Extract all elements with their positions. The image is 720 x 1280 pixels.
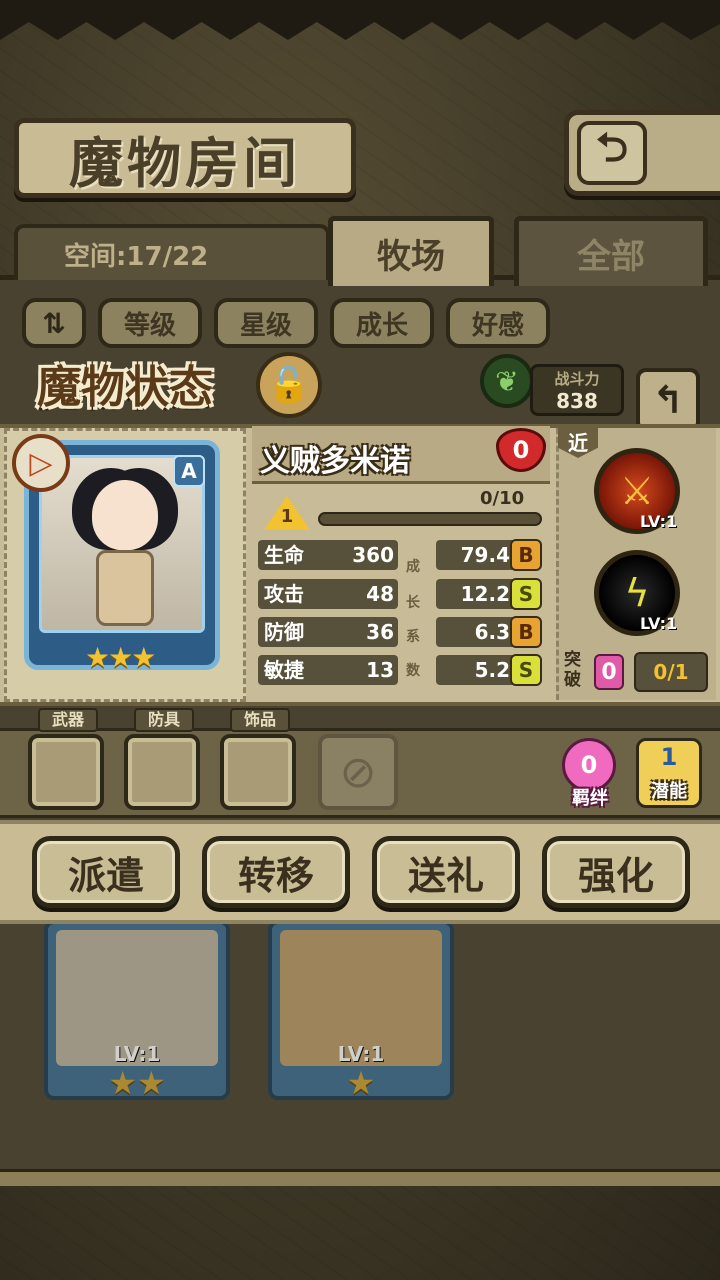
growth-grade: B — [510, 616, 542, 648]
padlock-icon: 🔓 — [267, 365, 311, 405]
leaf-icon: ❦ — [480, 354, 534, 408]
stat-value: 48 — [366, 582, 394, 606]
monster-card[interactable]: LV:1 ★ — [268, 920, 454, 1102]
armor-slot-label: 防具 — [134, 708, 194, 732]
sort-star-button[interactable]: 星级 — [214, 298, 318, 348]
breakthrough-row: 突破 0 0/1 — [562, 650, 712, 694]
stat-growth: 79.4 — [436, 540, 516, 570]
tab-ranch[interactable]: 牧场 — [328, 216, 494, 286]
sort-affection-button[interactable]: 好感 — [446, 298, 550, 348]
capacity-label: 空间:17/22 — [14, 224, 330, 280]
close-status-button[interactable]: ↰ — [636, 368, 700, 432]
exp-text: 0/10 — [480, 488, 525, 509]
return-arrow-icon: ↰ — [652, 378, 684, 422]
stat-growth: 6.3 — [436, 617, 516, 647]
enhance-button[interactable]: 强化 — [542, 836, 690, 908]
crossed-swords-icon: ⚔ — [619, 469, 655, 513]
sort-level-button[interactable]: 等级 — [98, 298, 202, 348]
dispatch-button[interactable]: 派遣 — [32, 836, 180, 908]
rank-badge: A — [173, 455, 205, 487]
locked-slot: ⊘ — [318, 734, 398, 810]
sort-growth-button[interactable]: 成长 — [330, 298, 434, 348]
growth-grade: B — [510, 539, 542, 571]
monster-name: 义贼多米诺 — [260, 444, 410, 479]
skill-1-level: LV:1 — [640, 512, 678, 531]
lightning-icon: ϟ — [624, 571, 650, 615]
monster-card-level: LV:1 — [113, 1042, 161, 1066]
breakthrough-count: 0 — [594, 654, 624, 690]
exp-bar — [318, 512, 542, 526]
monster-card-stars: ★★ — [108, 1064, 166, 1102]
combat-power: 战斗力 838 — [530, 364, 624, 416]
weapon-slot[interactable] — [28, 734, 104, 810]
sort-toggle-icon: ⇅ — [42, 306, 66, 340]
page-title-plate: 魔物房间 — [14, 118, 356, 198]
transfer-button[interactable]: 转移 — [202, 836, 350, 908]
growth-caption-char: 长 — [406, 595, 420, 611]
potential-button[interactable]: 1 潜能 — [636, 738, 702, 808]
character-body — [96, 550, 154, 626]
potential-label: 潜能 — [651, 781, 687, 802]
character-head — [92, 480, 158, 550]
growth-grade: S — [510, 578, 542, 610]
armor-slot[interactable] — [124, 734, 200, 810]
growth-caption-char: 成 — [406, 559, 420, 575]
monster-card-level: LV:1 — [337, 1042, 385, 1066]
star-rating: ★★★ — [85, 641, 156, 674]
stat-growth: 5.2 — [436, 655, 516, 685]
breakthrough-progress: 0/1 — [634, 652, 708, 692]
return-arrow-icon: ⮌ — [577, 121, 647, 185]
affection-value: 0 — [512, 436, 530, 464]
stat-row-attack: 攻击 48 12.2 S — [258, 578, 544, 610]
bottom-border — [0, 1172, 720, 1186]
lock-button[interactable]: 🔓 — [256, 352, 322, 418]
growth-caption-char: 数 — [406, 663, 420, 679]
page-title: 魔物房间 — [69, 130, 301, 195]
stat-value: 360 — [352, 543, 394, 567]
stat-row-hp: 生命 360 79.4 B — [258, 539, 544, 571]
stat-value: 36 — [366, 620, 394, 644]
combat-power-label: 战斗力 — [554, 370, 600, 388]
stat-value: 13 — [366, 658, 394, 682]
sort-order-toggle[interactable]: ⇅ — [22, 298, 86, 348]
prohibited-icon: ⊘ — [339, 746, 377, 798]
top-back-button[interactable]: ⮌ — [564, 110, 720, 196]
bond-button[interactable]: 0 羁绊 — [558, 738, 620, 809]
stat-row-defense: 防御 36 6.3 B — [258, 616, 544, 648]
sort-bar: ⇅ 等级 星级 成长 好感 — [22, 298, 550, 350]
gift-button[interactable]: 送礼 — [372, 836, 520, 908]
status-title: 魔物状态 — [37, 362, 213, 413]
growth-caption-char: 系 — [406, 629, 420, 645]
growth-grade: S — [510, 654, 542, 686]
monster-type-icon: ▷ — [12, 434, 70, 492]
tab-all[interactable]: 全部 — [514, 216, 708, 286]
potential-count: 1 — [660, 743, 678, 771]
stat-growth: 12.2 — [436, 579, 516, 609]
bond-label: 羁绊 — [572, 788, 608, 809]
monster-card[interactable]: LV:1 ★★ — [44, 920, 230, 1102]
stat-row-agility: 敏捷 13 5.2 S — [258, 654, 544, 686]
accessory-slot[interactable] — [220, 734, 296, 810]
skill-2-level: LV:1 — [640, 614, 678, 633]
breakthrough-label: 突破 — [564, 650, 581, 690]
weapon-slot-label: 武器 — [38, 708, 98, 732]
combat-power-value: 838 — [556, 389, 598, 413]
monster-card-stars: ★ — [346, 1064, 376, 1102]
accessory-slot-label: 饰品 — [230, 708, 290, 732]
